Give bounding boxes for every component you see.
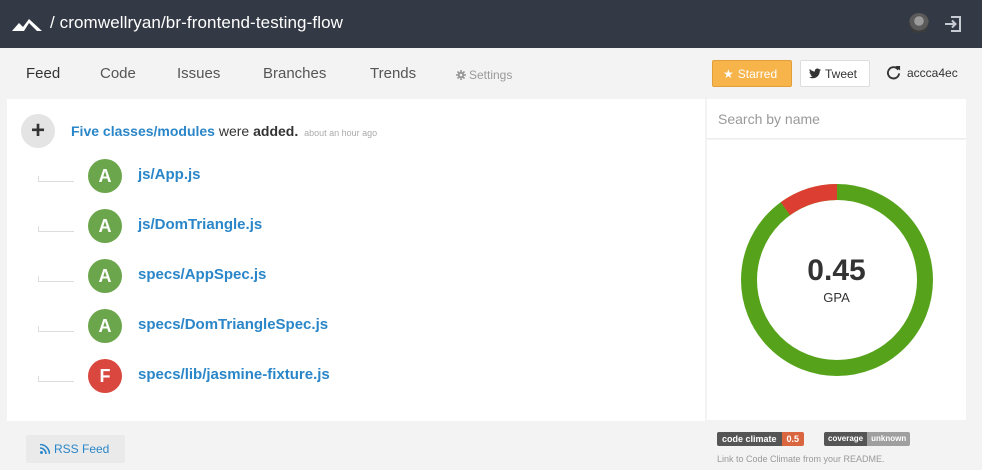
tab-code[interactable]: Code xyxy=(100,65,136,82)
search-input[interactable] xyxy=(707,99,966,139)
feed-event-action: added. xyxy=(253,123,299,139)
readme-note: Link to Code Climate from your README. xyxy=(717,454,885,464)
rss-icon xyxy=(39,443,51,455)
commit-link[interactable]: accca4ec xyxy=(886,65,958,80)
avatar[interactable] xyxy=(909,13,929,33)
nav-bar: Feed Code Issues Branches Trends Setting… xyxy=(0,48,982,98)
settings-label: Settings xyxy=(469,68,513,82)
gpa-label: GPA xyxy=(823,290,850,305)
settings-link[interactable]: Settings xyxy=(456,68,512,82)
tree-connector xyxy=(38,226,74,232)
grade-badge: A xyxy=(88,259,122,293)
tree-connector xyxy=(38,376,74,382)
grade-badge: F xyxy=(88,359,122,393)
file-link[interactable]: js/DomTriangle.js xyxy=(138,216,262,233)
code-climate-badge[interactable]: code climate 0.5 xyxy=(717,432,805,446)
tree-connector xyxy=(38,326,74,332)
starred-button[interactable]: ★ Starred xyxy=(712,60,792,87)
feed-event-time: about an hour ago xyxy=(304,128,378,138)
tree-connector xyxy=(38,276,74,282)
twitter-icon xyxy=(809,68,821,79)
starred-label: Starred xyxy=(737,67,778,81)
tab-trends[interactable]: Trends xyxy=(370,65,416,82)
tweet-button[interactable]: Tweet xyxy=(800,60,870,87)
star-icon: ★ xyxy=(723,67,734,81)
badge-right: 0.5 xyxy=(781,432,805,446)
plus-icon: + xyxy=(21,114,55,148)
rss-feed-label: RSS Feed xyxy=(54,442,110,456)
gpa-panel: 0.45 GPA xyxy=(707,140,966,420)
tab-branches[interactable]: Branches xyxy=(263,65,326,82)
sign-out-icon[interactable] xyxy=(944,15,962,33)
grade-badge: A xyxy=(88,159,122,193)
feed-event-verb: were xyxy=(218,123,250,139)
file-link[interactable]: specs/AppSpec.js xyxy=(138,266,266,283)
coverage-badge[interactable]: coverage unknown xyxy=(824,432,911,446)
feed-event: Five classes/modules were added. about a… xyxy=(71,123,377,139)
feed-event-link[interactable]: Five classes/modules xyxy=(71,123,215,139)
tree-connector xyxy=(38,176,74,182)
file-link[interactable]: js/App.js xyxy=(138,166,201,183)
rss-feed-button[interactable]: RSS Feed xyxy=(26,435,125,463)
list-item: F specs/lib/jasmine-fixture.js xyxy=(0,359,700,416)
commit-id: accca4ec xyxy=(907,66,958,80)
file-link[interactable]: specs/DomTriangleSpec.js xyxy=(138,316,328,333)
badge-left: coverage xyxy=(824,432,868,446)
code-climate-logo-icon[interactable] xyxy=(12,15,42,33)
badge-right: unknown xyxy=(867,432,911,446)
tab-issues[interactable]: Issues xyxy=(177,65,220,82)
file-link[interactable]: specs/lib/jasmine-fixture.js xyxy=(138,366,330,383)
repo-title[interactable]: / cromwellryan/br-frontend-testing-flow xyxy=(50,13,343,33)
grade-badge: A xyxy=(88,209,122,243)
gpa-value: 0.45 xyxy=(807,254,866,287)
top-bar: / cromwellryan/br-frontend-testing-flow xyxy=(0,0,982,48)
grade-badge: A xyxy=(88,309,122,343)
tab-feed[interactable]: Feed xyxy=(26,65,60,82)
refresh-icon xyxy=(887,65,901,80)
badge-left: code climate xyxy=(717,432,782,446)
gear-icon xyxy=(456,70,466,80)
tweet-label: Tweet xyxy=(825,67,858,81)
